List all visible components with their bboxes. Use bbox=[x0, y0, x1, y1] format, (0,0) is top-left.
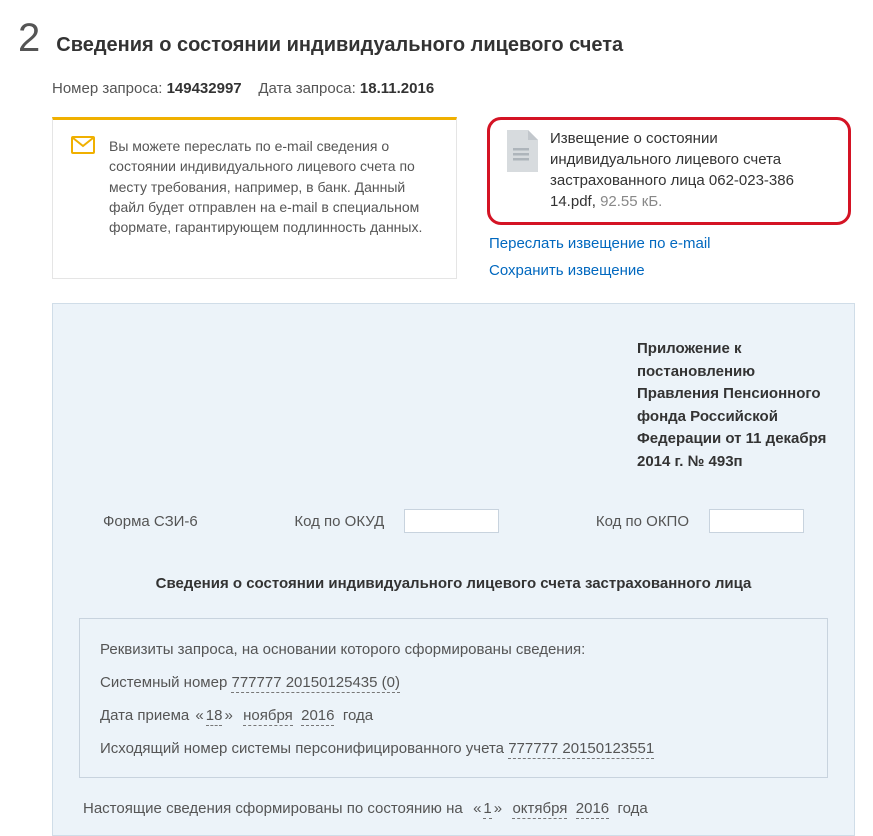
forward-email-link[interactable]: Переслать извещение по e-mail bbox=[489, 235, 710, 252]
okud-input[interactable] bbox=[404, 509, 499, 533]
req-heading: Реквизиты запроса, на основании которого… bbox=[100, 641, 807, 658]
form-code-label: Форма СЗИ-6 bbox=[103, 513, 198, 530]
mail-icon bbox=[71, 136, 95, 237]
request-meta: Номер запроса: 149432997 Дата запроса: 1… bbox=[0, 80, 873, 97]
sys-num: 777777 20150125435 (0) bbox=[231, 674, 400, 693]
final-line: Настоящие сведения сформированы по состо… bbox=[77, 800, 830, 817]
email-notice-box: Вы можете переслать по e-mail сведения о… bbox=[52, 117, 457, 279]
request-num: 149432997 bbox=[167, 80, 242, 97]
request-date-label: Дата запроса: bbox=[258, 80, 355, 97]
file-icon bbox=[504, 130, 538, 175]
page-title: Сведения о состоянии индивидуального лиц… bbox=[56, 34, 623, 57]
year-word: года bbox=[343, 707, 373, 724]
accept-day: 18 bbox=[206, 707, 223, 726]
step-header: 2 Сведения о состоянии индивидуального л… bbox=[0, 18, 873, 58]
file-size: 92.55 кБ. bbox=[600, 193, 662, 210]
sys-label: Системный номер bbox=[100, 674, 227, 691]
final-month: октября bbox=[512, 800, 567, 819]
final-year-word: года bbox=[617, 800, 647, 817]
okpo-input[interactable] bbox=[709, 509, 804, 533]
decree-text: Приложение к постановлению Правления Пен… bbox=[637, 338, 830, 473]
accept-date-label: Дата приема bbox=[100, 707, 189, 724]
form-title: Сведения о состоянии индивидуального лиц… bbox=[77, 575, 830, 592]
okpo-label: Код по ОКПО bbox=[596, 513, 689, 530]
final-year: 2016 bbox=[576, 800, 609, 819]
accept-year: 2016 bbox=[301, 707, 334, 726]
request-details-box: Реквизиты запроса, на основании которого… bbox=[79, 618, 828, 778]
request-num-label: Номер запроса: bbox=[52, 80, 162, 97]
file-download-block[interactable]: Извещение о состоянии индивидуального ли… bbox=[487, 117, 851, 225]
okud-label: Код по ОКУД bbox=[294, 513, 384, 530]
file-name: Извещение о состоянии индивидуального ли… bbox=[550, 130, 794, 210]
out-label: Исходящий номер системы персонифицирован… bbox=[100, 740, 504, 757]
form-preview-panel: Приложение к постановлению Правления Пен… bbox=[52, 303, 855, 836]
final-day: 1 bbox=[483, 800, 491, 819]
accept-month: ноября bbox=[243, 707, 293, 726]
step-number: 2 bbox=[18, 18, 40, 58]
codes-row: Форма СЗИ-6 Код по ОКУД Код по ОКПО bbox=[77, 509, 830, 533]
final-prefix: Настоящие сведения сформированы по состо… bbox=[83, 800, 463, 817]
out-num: 777777 20150123551 bbox=[508, 740, 654, 759]
save-file-link[interactable]: Сохранить извещение bbox=[489, 262, 645, 279]
request-date: 18.11.2016 bbox=[360, 80, 434, 97]
email-notice-text: Вы можете переслать по e-mail сведения о… bbox=[109, 136, 438, 237]
file-name-label: Извещение о состоянии индивидуального ли… bbox=[550, 128, 834, 212]
